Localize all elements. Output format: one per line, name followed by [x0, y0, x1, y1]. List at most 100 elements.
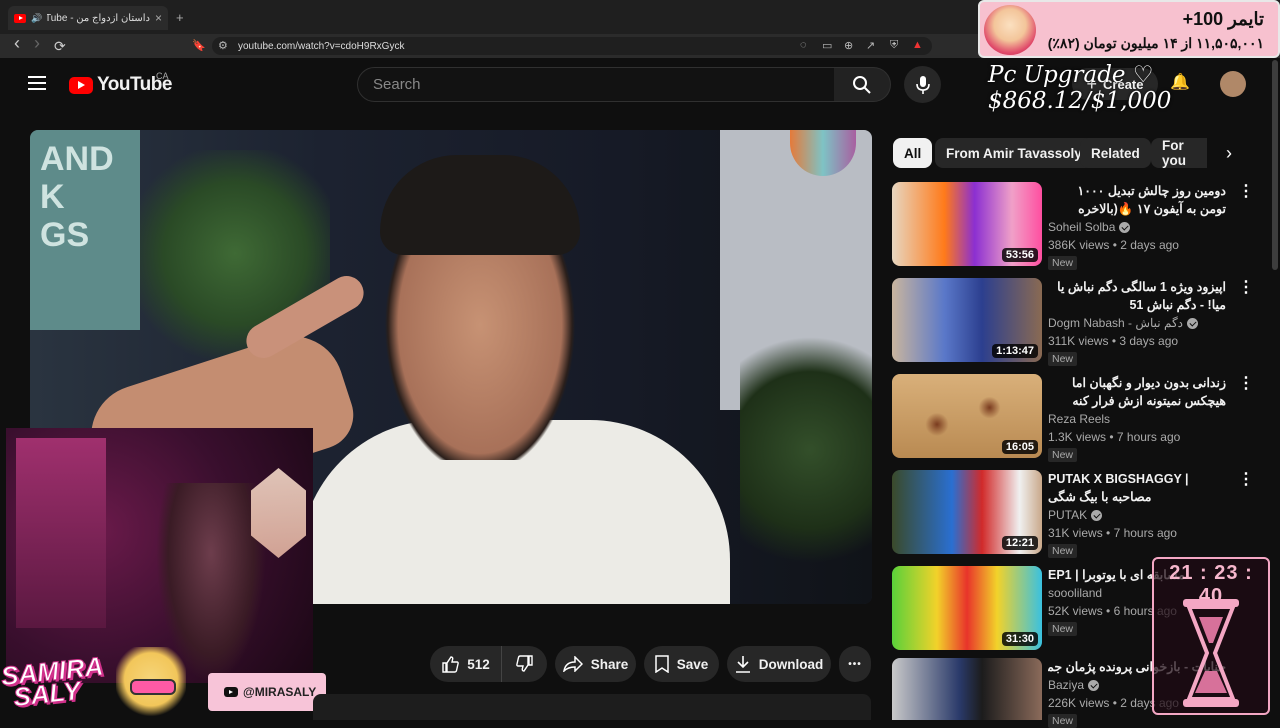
search-placeholder: Search	[373, 76, 421, 93]
speaker-icon[interactable]: 🔊	[31, 13, 42, 24]
youtube-small-icon	[224, 687, 238, 697]
chevron-right-icon[interactable]: ›	[1216, 140, 1242, 166]
channel-label: Baziya	[1048, 678, 1085, 692]
chip-related[interactable]: Related	[1080, 138, 1151, 168]
video-duration: 1:13:47	[992, 344, 1038, 358]
webcam-shelf	[16, 438, 106, 628]
channel-name[interactable]: PUTAK	[1048, 508, 1103, 522]
video-thumbnail[interactable]: 53:56	[892, 182, 1042, 266]
share-button[interactable]: Share	[555, 646, 636, 682]
like-button[interactable]: 512	[430, 646, 501, 682]
cast-icon[interactable]: ▭	[822, 39, 832, 52]
more-actions-button[interactable]: •••	[839, 646, 871, 682]
kebab-menu-icon[interactable]: ⋮	[1238, 184, 1254, 200]
channel-label: Dogm Nabash - دگم نباش	[1048, 316, 1184, 330]
verified-check-icon	[1187, 317, 1199, 329]
bookmark-icon[interactable]: 🔖	[192, 39, 206, 52]
social-handle: @MIRASALY	[243, 685, 317, 699]
view-count: 52K views	[1048, 604, 1103, 618]
voice-search-button[interactable]	[904, 66, 941, 103]
chip-all[interactable]: All	[893, 138, 933, 168]
streamer-avatar-sticker	[116, 647, 186, 719]
forward-button[interactable]: ›	[34, 34, 40, 52]
new-tab-button[interactable]: +	[176, 10, 184, 25]
description-box[interactable]	[313, 694, 871, 720]
video-thumbnail[interactable]: 16:05	[892, 374, 1042, 458]
youtube-play-icon	[69, 76, 93, 94]
reload-button[interactable]: ⟳	[54, 38, 66, 54]
donation-alert-overlay: تایمر 100+ ۱۱,۵۰۵,۰۰۱ از ۱۴ میلیون تومان…	[978, 0, 1280, 58]
search-button[interactable]	[834, 67, 891, 102]
kebab-menu-icon[interactable]: ⋮	[1238, 472, 1254, 488]
streamer-name-logo: SAMIRA SALY	[0, 650, 107, 712]
youtube-favicon-icon	[14, 13, 26, 23]
view-count: 226K views	[1048, 696, 1110, 710]
eye-off-icon[interactable]: ◌	[800, 39, 807, 51]
recommendation-item[interactable]: 16:05 زندانی بدون دیوار و نگهبان اما هیچ…	[892, 374, 1254, 462]
video-title[interactable]: زندانی بدون دیوار و نگهبان اما هیچکس نمی…	[1048, 374, 1226, 410]
chip-for-you[interactable]: For you	[1151, 138, 1207, 168]
channel-name[interactable]: Dogm Nabash - دگم نباش	[1048, 316, 1199, 330]
download-button[interactable]: Download	[727, 646, 831, 682]
new-badge: New	[1048, 256, 1078, 270]
browser-tab[interactable]: 🔊 داستان ازدواج من - YouTube ×	[8, 6, 168, 30]
country-code: CA	[156, 71, 169, 81]
search-input[interactable]: Search	[357, 67, 835, 102]
new-badge: New	[1048, 622, 1078, 636]
tab-title: داستان ازدواج من - YouTube	[47, 12, 150, 24]
recommendation-item[interactable]: 1:13:47 اپیزود ویژه 1 سالگی دگم نباش یا …	[892, 278, 1254, 366]
donation-goal-text: Pc Upgrade ♡ $868.12/$1,000	[988, 62, 1172, 114]
video-title[interactable]: PUTAK X BIGSHAGGY | مصاحبه با بیگ شگی	[1048, 470, 1226, 506]
save-button[interactable]: Save	[644, 646, 719, 682]
zoom-icon[interactable]: ⊕	[844, 39, 853, 52]
extension-icon[interactable]: ▲	[912, 39, 923, 51]
video-thumbnail[interactable]: 1:13:47	[892, 278, 1042, 362]
dislike-button[interactable]	[501, 646, 547, 682]
new-badge: New	[1048, 448, 1078, 462]
poster-text: AND K GS	[40, 140, 114, 254]
social-handle-badge: @MIRASALY	[208, 673, 326, 711]
hourglass-icon	[1183, 599, 1239, 707]
close-tab-icon[interactable]: ×	[155, 11, 162, 25]
shield-icon[interactable]: ⛨	[890, 39, 898, 52]
video-thumbnail[interactable]: 31:30	[892, 566, 1042, 650]
search-icon	[853, 75, 871, 94]
channel-name[interactable]: Reza Reels	[1048, 412, 1110, 426]
channel-name[interactable]: soooliland	[1048, 586, 1102, 600]
channel-label: Soheil Solba	[1048, 220, 1116, 234]
video-title[interactable]: اپیزود ویژه 1 سالگی دگم نباش یا میا! - د…	[1048, 278, 1226, 314]
upload-age: 3 days ago	[1119, 334, 1179, 348]
recommendation-item[interactable]: 12:21 PUTAK X BIGSHAGGY | مصاحبه با بیگ …	[892, 470, 1254, 558]
video-meta: 311K views • 3 days ago	[1048, 334, 1179, 348]
recommendation-item[interactable]: 53:56 دومین روز چالش تبدیل ۱۰۰۰ تومن به …	[892, 182, 1254, 270]
channel-name[interactable]: Soheil Solba	[1048, 220, 1131, 234]
new-badge: New	[1048, 714, 1078, 728]
video-title[interactable]: دومین روز چالش تبدیل ۱۰۰۰ تومن به آیفون …	[1048, 182, 1226, 218]
video-duration: 12:21	[1001, 536, 1038, 550]
thumbs-up-icon	[442, 656, 460, 673]
person-hair	[380, 155, 580, 255]
donation-avatar	[984, 5, 1036, 55]
video-meta: 1.3K views • 7 hours ago	[1048, 430, 1181, 444]
video-thumbnail[interactable]: 12:21	[892, 470, 1042, 554]
verified-check-icon	[1091, 509, 1103, 521]
like-count: 512	[467, 656, 490, 672]
channel-name[interactable]: Baziya	[1048, 678, 1100, 692]
hamburger-menu-icon[interactable]	[28, 76, 46, 90]
kebab-menu-icon[interactable]: ⋮	[1238, 280, 1254, 296]
site-info-icon[interactable]: ⚙	[218, 39, 228, 52]
donation-progress: ۱۱,۵۰۵,۰۰۱ از ۱۴ میلیون تومان (۸۲٪)	[1047, 35, 1264, 51]
view-count: 311K views	[1048, 334, 1109, 348]
chip-from-channel[interactable]: From Amir Tavassoly	[935, 138, 1093, 168]
streamer-webcam	[6, 428, 313, 683]
plant-right	[740, 310, 872, 590]
share-page-icon[interactable]: ↗	[866, 39, 875, 52]
back-button[interactable]: ‹	[14, 34, 20, 52]
video-meta: 386K views • 2 days ago	[1048, 238, 1179, 252]
download-label: Download	[758, 656, 824, 672]
subathon-timer: 21 : 23 : 40	[1152, 557, 1270, 715]
share-icon	[562, 656, 583, 672]
kebab-menu-icon[interactable]: ⋮	[1238, 376, 1254, 392]
video-thumbnail[interactable]	[892, 658, 1042, 720]
microphone-icon	[915, 75, 930, 94]
